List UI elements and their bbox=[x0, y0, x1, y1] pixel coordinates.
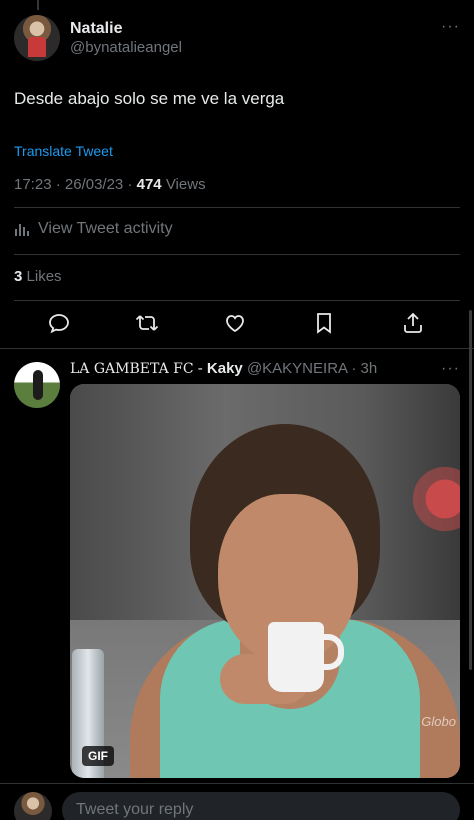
tweet-meta: 17:23 · 26/03/23 · 474 Views bbox=[14, 176, 206, 193]
retweet-button[interactable] bbox=[134, 310, 160, 336]
author-names: Natalie @bynatalieangel bbox=[70, 19, 182, 58]
views-label: Views bbox=[165, 176, 206, 193]
meta-separator: · bbox=[127, 176, 137, 193]
composer-avatar bbox=[14, 792, 52, 820]
retweet-icon bbox=[135, 315, 159, 331]
meta-separator: · bbox=[55, 176, 65, 193]
divider bbox=[14, 300, 460, 301]
share-icon bbox=[404, 312, 422, 333]
more-options-icon[interactable]: ··· bbox=[441, 18, 460, 36]
gif-media[interactable]: Globo GIF bbox=[70, 384, 460, 778]
likes-label: Likes bbox=[26, 268, 62, 285]
divider bbox=[0, 348, 474, 349]
reply-header: LA GAMBETA FC - Kaky @KAKYNEIRA · 3h bbox=[70, 360, 377, 377]
likes-count: 3 bbox=[14, 268, 23, 285]
scrollbar[interactable] bbox=[469, 310, 472, 670]
reply-more-options-icon[interactable]: ··· bbox=[441, 360, 460, 378]
bookmark-icon bbox=[317, 313, 331, 334]
views-count: 474 bbox=[136, 176, 162, 193]
view-activity-button[interactable]: View Tweet activity bbox=[14, 220, 173, 238]
reply-handle[interactable]: @KAKYNEIRA bbox=[247, 360, 347, 377]
avatar[interactable] bbox=[14, 15, 60, 61]
tweet-text: Desde abajo solo se me ve la verga bbox=[14, 89, 285, 108]
heart-icon bbox=[226, 315, 244, 333]
reply-input[interactable] bbox=[62, 792, 460, 820]
reply-age[interactable]: · 3h bbox=[351, 360, 377, 377]
reply-display-name[interactable]: Kaky bbox=[207, 360, 243, 377]
analytics-icon bbox=[15, 224, 29, 236]
translate-tweet-link[interactable]: Translate Tweet bbox=[14, 143, 113, 159]
tweet-header: Natalie @bynatalieangel ··· bbox=[14, 14, 460, 62]
view-activity-label: View Tweet activity bbox=[38, 220, 173, 237]
thread-line bbox=[37, 0, 39, 10]
bookmark-button[interactable] bbox=[311, 310, 337, 336]
divider bbox=[14, 254, 460, 255]
share-button[interactable] bbox=[400, 310, 426, 336]
tweet-time[interactable]: 17:23 bbox=[14, 176, 52, 193]
reply-name-separator: - bbox=[197, 360, 203, 377]
like-button[interactable] bbox=[222, 310, 248, 336]
reply-club-name[interactable]: LA GAMBETA FC bbox=[70, 361, 194, 377]
reply-avatar[interactable] bbox=[14, 362, 60, 408]
reply-button[interactable] bbox=[46, 310, 72, 336]
author-display-name[interactable]: Natalie bbox=[70, 19, 182, 39]
reply-composer bbox=[0, 783, 474, 820]
author-handle[interactable]: @bynatalieangel bbox=[70, 39, 182, 58]
divider bbox=[14, 207, 460, 208]
gif-badge: GIF bbox=[82, 746, 114, 766]
gif-mug bbox=[268, 622, 324, 692]
tweet-date[interactable]: 26/03/23 bbox=[65, 176, 123, 193]
tweet-actions bbox=[0, 310, 474, 340]
reply-icon bbox=[49, 314, 69, 334]
likes-summary[interactable]: 3 Likes bbox=[14, 268, 62, 285]
gif-watermark: Globo bbox=[421, 714, 456, 729]
